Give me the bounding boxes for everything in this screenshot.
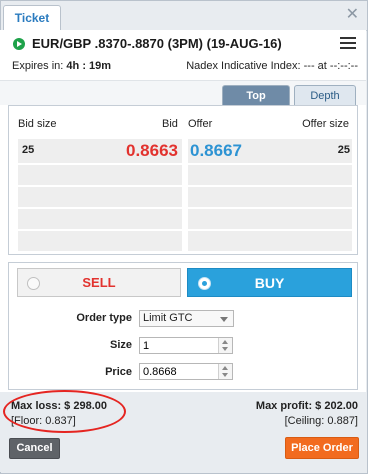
sell-radio[interactable] [27,277,40,290]
size-stepper[interactable] [139,337,233,354]
instrument-title: EUR/GBP .8370-.8870 (3PM) (19-AUG-16) [32,36,282,51]
offer-size-value: 25 [337,144,350,156]
price-input[interactable] [140,364,216,379]
sell-button[interactable]: SELL [17,268,181,297]
buy-button[interactable]: BUY [187,268,352,297]
price-label: Price [105,366,132,378]
bid-cell [18,187,182,207]
table-row [18,187,352,207]
size-spinner [218,338,232,353]
order-type-label: Order type [76,312,132,324]
decrement-icon[interactable] [222,347,228,351]
order-type-value: Limit GTC [143,312,193,324]
bid-cell [18,209,182,229]
table-row[interactable]: 25 0.8663 0.8667 25 [18,139,352,163]
bid-price[interactable]: 0.8663 [126,141,178,161]
offer-price[interactable]: 0.8667 [190,141,242,161]
title-bar: Ticket ✕ [1,1,367,32]
sell-label: SELL [82,275,116,290]
cancel-button[interactable]: Cancel [9,438,60,459]
place-order-button[interactable]: Place Order [285,437,359,459]
depth-table: Bid size Bid Offer Offer size 25 0.8663 … [8,105,358,255]
table-row [18,165,352,185]
tab-top[interactable]: Top [222,85,290,105]
indicative-value: --- at --:--:-- [303,60,358,72]
tab-ticket[interactable]: Ticket [3,5,61,32]
size-input[interactable] [140,338,216,353]
size-label: Size [109,339,132,351]
chevron-down-icon [220,317,228,322]
hamburger-menu-icon[interactable] [340,37,356,50]
bid-size-header: Bid size [18,118,57,130]
table-row [18,209,352,229]
offer-cell [188,209,352,229]
bid-header: Bid [162,118,178,130]
offer-cell [188,187,352,207]
tab-depth[interactable]: Depth [294,85,356,105]
buy-label: BUY [254,275,285,291]
order-type-select[interactable]: Limit GTC [139,310,234,327]
expires-label: Expires in: [12,60,64,72]
table-row [18,231,352,251]
offer-cell [188,165,352,185]
offer-header: Offer [188,118,213,130]
bid-cell [18,165,182,185]
market-open-icon [13,38,25,50]
decrement-icon[interactable] [222,373,228,377]
increment-icon[interactable] [222,366,228,370]
buy-radio[interactable] [198,277,211,290]
ceiling-value: [Ceiling: 0.887] [284,415,358,427]
indicative-label: Nadex Indicative Index: [186,60,301,72]
offer-size-header: Offer size [302,118,349,130]
expiry-info: Expires in: 4h : 19m [12,60,111,72]
close-icon[interactable]: ✕ [346,6,359,24]
indicative-index: Nadex Indicative Index: --- at --:--:-- [186,60,358,72]
max-profit: Max profit: $ 202.00 [255,400,358,412]
price-spinner [218,364,232,379]
price-stepper[interactable] [139,363,233,380]
bid-cell [18,231,182,251]
bid-size-value: 25 [22,144,35,156]
increment-icon[interactable] [222,340,228,344]
expires-value: 4h : 19m [66,60,112,72]
highlight-annotation [3,390,126,433]
offer-cell [188,231,352,251]
